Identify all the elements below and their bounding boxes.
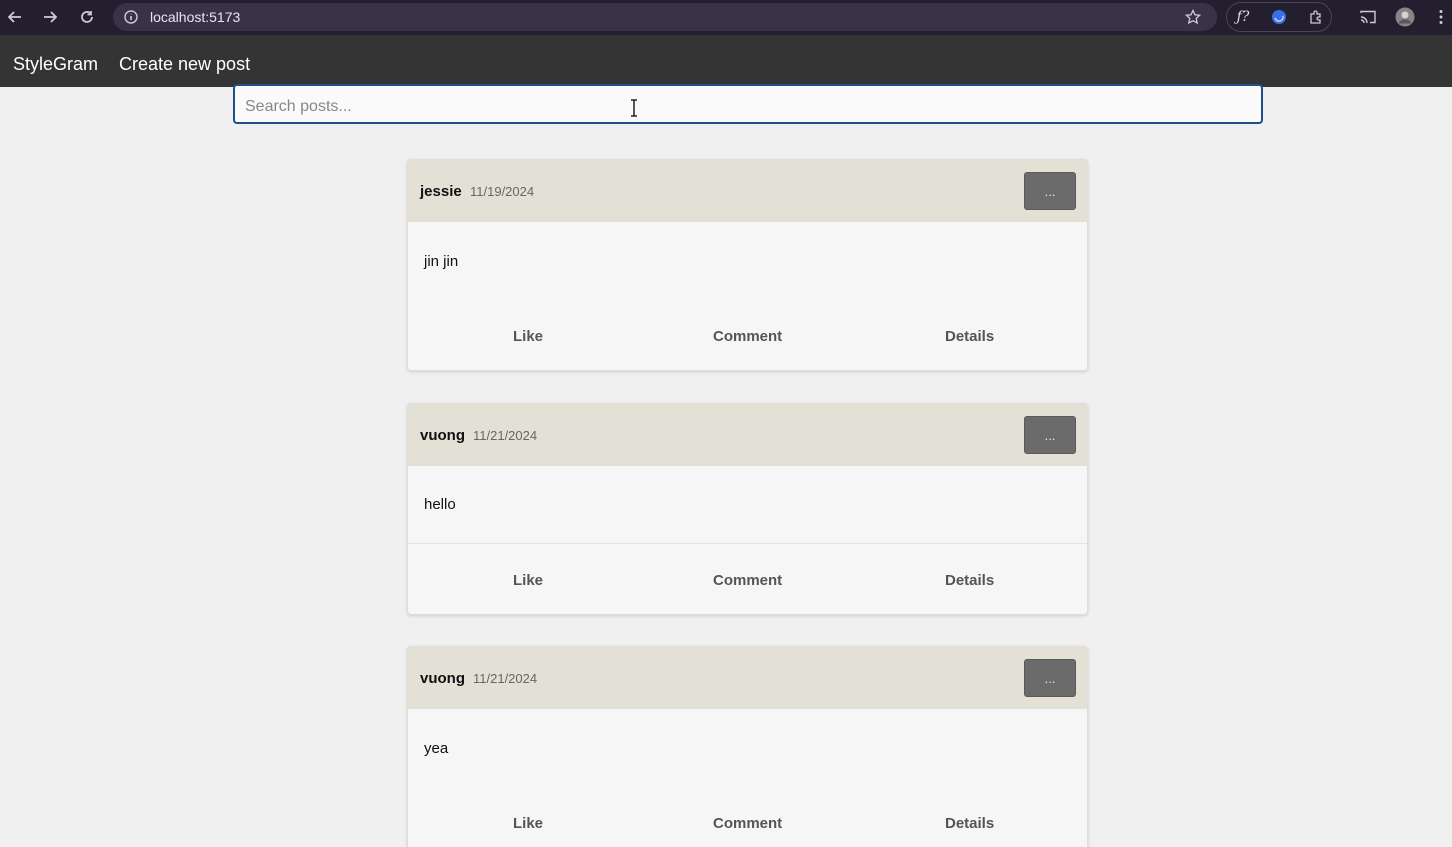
post-header: vuong 11/21/2024 ...: [408, 647, 1087, 709]
post-author[interactable]: vuong: [420, 427, 465, 444]
menu-dots-icon[interactable]: [1430, 6, 1452, 28]
back-arrow-icon[interactable]: [4, 6, 26, 28]
text-cursor-icon: [628, 98, 640, 118]
details-button[interactable]: Details: [945, 328, 994, 345]
extension-blue-icon[interactable]: [1268, 6, 1290, 28]
post-header: vuong 11/21/2024 ...: [408, 404, 1087, 466]
brand-link[interactable]: StyleGram: [13, 54, 98, 75]
cast-icon[interactable]: [1357, 6, 1379, 28]
forward-arrow-icon[interactable]: [39, 6, 61, 28]
post-card: jessie 11/19/2024 ... jin jin Like Comme…: [407, 159, 1088, 371]
comment-button[interactable]: Comment: [713, 815, 782, 832]
post-card: vuong 11/21/2024 ... yea Like Comment De…: [407, 646, 1088, 847]
puzzle-icon[interactable]: [1305, 6, 1327, 28]
reload-icon[interactable]: [76, 6, 98, 28]
post-options-button[interactable]: ...: [1024, 172, 1076, 210]
comment-button[interactable]: Comment: [713, 572, 782, 589]
address-bar[interactable]: localhost:5173: [113, 3, 1217, 31]
like-button[interactable]: Like: [513, 815, 543, 832]
post-date: 11/21/2024: [473, 671, 538, 686]
post-author[interactable]: jessie: [420, 183, 462, 200]
like-button[interactable]: Like: [513, 572, 543, 589]
post-header: jessie 11/19/2024 ...: [408, 160, 1087, 222]
post-content: yea: [424, 740, 449, 757]
post-date: 11/21/2024: [473, 428, 538, 443]
post-options-button[interactable]: ...: [1024, 416, 1076, 454]
details-button[interactable]: Details: [945, 815, 994, 832]
post-divider: [408, 543, 1087, 544]
post-card: vuong 11/21/2024 ... hello Like Comment …: [407, 403, 1088, 615]
details-button[interactable]: Details: [945, 572, 994, 589]
search-input[interactable]: [233, 84, 1263, 124]
star-icon[interactable]: [1182, 6, 1204, 28]
like-button[interactable]: Like: [513, 328, 543, 345]
site-info-icon[interactable]: [120, 6, 142, 28]
extension-fx-icon[interactable]: ƒ?: [1232, 6, 1254, 28]
browser-toolbar: localhost:5173 ƒ?: [0, 0, 1452, 35]
post-date: 11/19/2024: [470, 184, 535, 199]
post-content: jin jin: [424, 253, 459, 270]
profile-avatar-icon[interactable]: [1394, 6, 1416, 28]
post-author[interactable]: vuong: [420, 670, 465, 687]
comment-button[interactable]: Comment: [713, 328, 782, 345]
post-content: hello: [424, 496, 456, 513]
url-text: localhost:5173: [150, 9, 241, 25]
app-navbar: StyleGram Create new post: [0, 35, 1452, 87]
post-options-button[interactable]: ...: [1024, 659, 1076, 697]
create-post-link[interactable]: Create new post: [119, 54, 250, 75]
